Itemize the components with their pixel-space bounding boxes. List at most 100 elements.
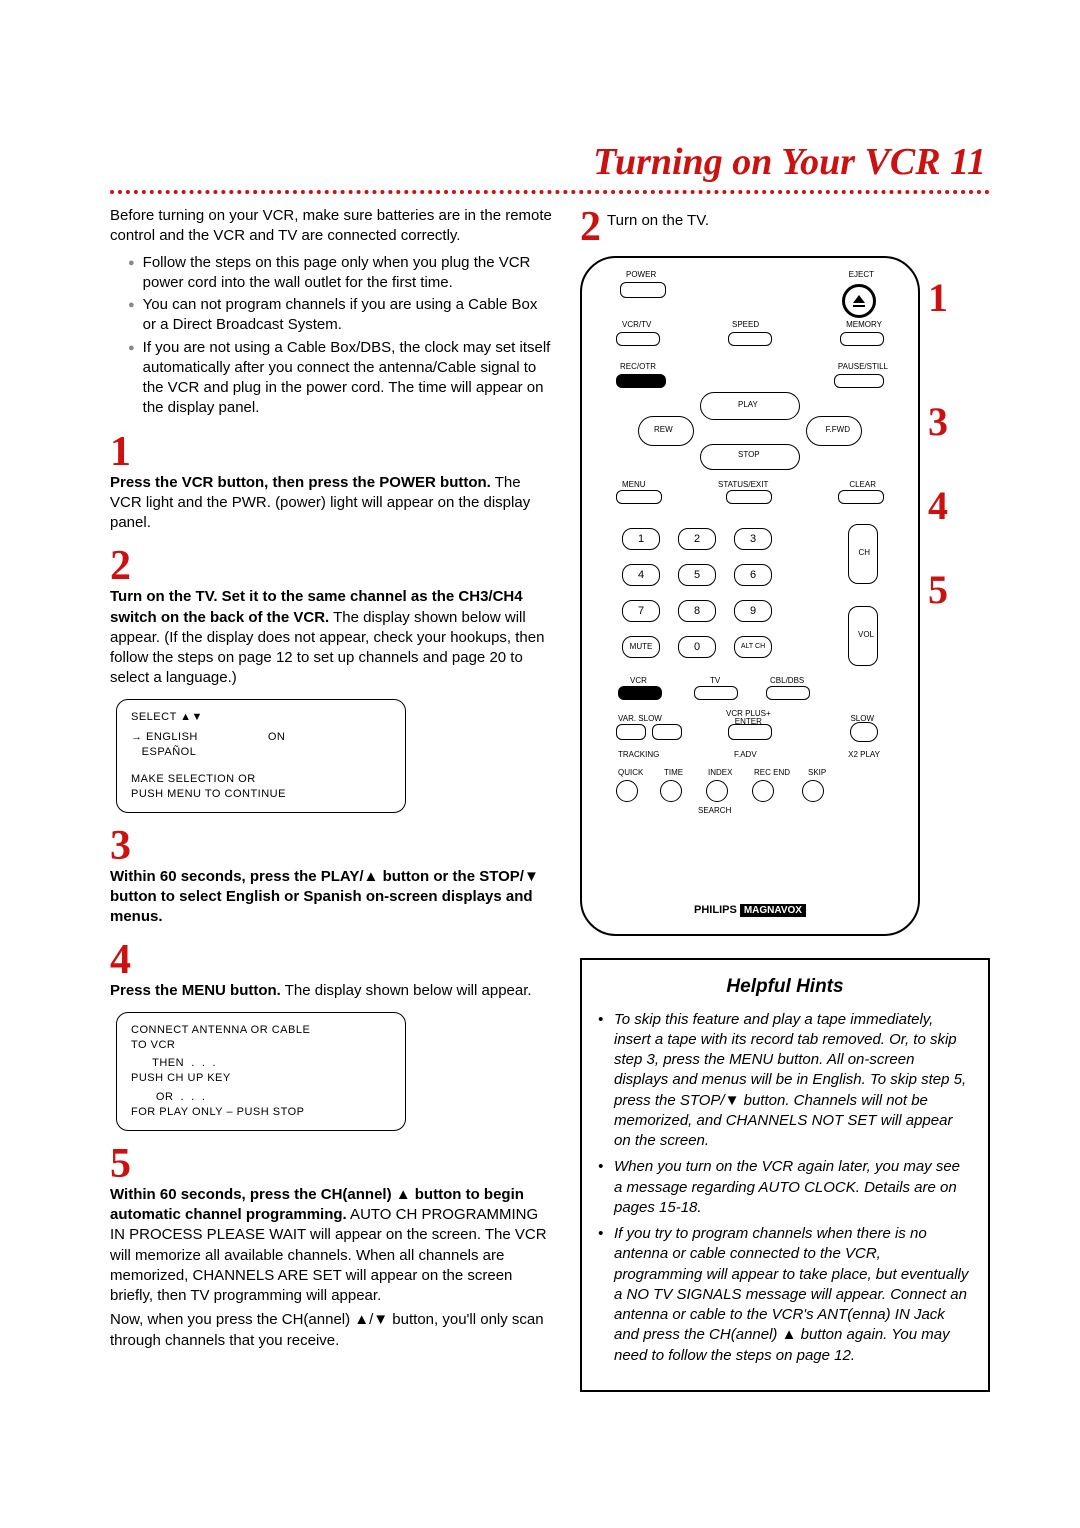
divider-dots [110, 190, 990, 194]
lbl-eject: EJECT [849, 270, 874, 279]
side-num-1: 1 [928, 278, 948, 318]
page-title: Turning on Your VCR 11 [110, 140, 990, 184]
brand-badge: PHILIPSMAGNAVOX [694, 904, 806, 916]
lbl-play: PLAY [738, 400, 758, 409]
vcrplus-button[interactable] [728, 724, 772, 740]
altch-button[interactable]: ALT CH [734, 636, 772, 658]
mute-button[interactable]: MUTE [622, 636, 660, 658]
key-0[interactable]: 0 [678, 636, 716, 658]
step-4-bold: Press the MENU button. [110, 982, 281, 999]
step-4-rest: The display shown below will appear. [281, 982, 532, 999]
side-num-5: 5 [928, 570, 948, 610]
recotr-button[interactable] [616, 374, 666, 388]
lbl-menu: MENU [622, 480, 646, 489]
hint-1: To skip this feature and play a tape imm… [598, 1010, 972, 1152]
step-3-bold: Within 60 seconds, press the PLAY/▲ butt… [110, 868, 539, 926]
lbl-speed: SPEED [732, 320, 759, 329]
hint-3: If you try to program channels when ther… [598, 1224, 972, 1366]
step-3-number: 3 [110, 825, 552, 867]
bullet-2: You can not program channels if you are … [128, 295, 552, 336]
lbl-ch: CH [858, 548, 870, 557]
bullet-3-text: If you are not using a Cable Box/DBS, th… [143, 338, 552, 419]
lbl-clear: CLEAR [849, 480, 876, 489]
lbl-rew: REW [654, 425, 673, 434]
vcrtv-button[interactable] [616, 332, 660, 346]
lbl-tv: TV [710, 676, 720, 685]
key-7[interactable]: 7 [622, 600, 660, 622]
bullet-2-text: You can not program channels if you are … [143, 295, 552, 336]
hints-list: To skip this feature and play a tape imm… [598, 1010, 972, 1366]
onscreen-display-2: CONNECT ANTENNA OR CABLE TO VCR THEN . .… [116, 1012, 406, 1131]
osd1-on: ON [268, 730, 286, 745]
helpful-hints-box: Helpful Hints To skip this feature and p… [580, 958, 990, 1392]
recend-button[interactable] [752, 780, 774, 802]
lbl-search: SEARCH [698, 806, 731, 815]
varslow-up[interactable] [652, 724, 682, 740]
clear-button[interactable] [838, 490, 884, 504]
key-1[interactable]: 1 [622, 528, 660, 550]
side-num-3: 3 [928, 402, 948, 442]
eject-button[interactable] [842, 284, 876, 318]
varslow-down[interactable] [616, 724, 646, 740]
step-5-text: Within 60 seconds, press the CH(annel) ▲… [110, 1185, 552, 1307]
turn-on-tv-text: Turn on the TV. [607, 206, 709, 229]
index-button[interactable] [706, 780, 728, 802]
step-4-number: 4 [110, 939, 552, 981]
key-8[interactable]: 8 [678, 600, 716, 622]
remote-wrap: POWER EJECT VCR/TV SPEED MEMORY REC/OTR … [580, 248, 990, 958]
time-button[interactable] [660, 780, 682, 802]
skip-button[interactable] [802, 780, 824, 802]
lbl-stop: STOP [738, 450, 760, 459]
osd1-english: → ENGLISH [131, 730, 198, 745]
left-column: Before turning on your VCR, make sure ba… [110, 206, 552, 1392]
lbl-tracking: TRACKING [618, 750, 659, 759]
key-6[interactable]: 6 [734, 564, 772, 586]
osd2-line5: OR . . . [131, 1090, 391, 1105]
step-4-text: Press the MENU button. The display shown… [110, 981, 552, 1001]
right-step-2-number: 2 [580, 206, 601, 248]
key-4[interactable]: 4 [622, 564, 660, 586]
lbl-x2: X2 PLAY [848, 750, 880, 759]
step-1-text: Press the VCR button, then press the POW… [110, 473, 552, 534]
remote-diagram: POWER EJECT VCR/TV SPEED MEMORY REC/OTR … [580, 256, 920, 936]
vcr-button[interactable] [618, 686, 662, 700]
speed-button[interactable] [728, 332, 772, 346]
osd1-line5: PUSH MENU TO CONTINUE [131, 787, 391, 802]
menu-button[interactable] [616, 490, 662, 504]
osd2-line6: FOR PLAY ONLY – PUSH STOP [131, 1105, 391, 1120]
step-5-number: 5 [110, 1143, 552, 1185]
key-9[interactable]: 9 [734, 600, 772, 622]
lbl-recend: REC END [754, 768, 790, 777]
pause-button[interactable] [834, 374, 884, 388]
key-2[interactable]: 2 [678, 528, 716, 550]
lbl-vcrtv: VCR/TV [622, 320, 651, 329]
key-3[interactable]: 3 [734, 528, 772, 550]
bullet-1-text: Follow the steps on this page only when … [143, 253, 552, 294]
status-button[interactable] [726, 490, 772, 504]
brand-philips: PHILIPS [694, 904, 737, 916]
lbl-ffwd: F.FWD [826, 425, 850, 434]
lbl-memory: MEMORY [846, 320, 882, 329]
lbl-pause: PAUSE/STILL [838, 362, 888, 371]
lbl-recotr: REC/OTR [620, 362, 656, 371]
cbl-button[interactable] [766, 686, 810, 700]
osd2-line4: PUSH CH UP KEY [131, 1071, 391, 1086]
memory-button[interactable] [840, 332, 884, 346]
step-5-text2: Now, when you press the CH(annel) ▲/▼ bu… [110, 1310, 552, 1351]
step-1-bold: Press the VCR button, then press the POW… [110, 474, 491, 491]
hints-title: Helpful Hints [598, 974, 972, 1000]
tv-button[interactable] [694, 686, 738, 700]
slow-button[interactable] [850, 722, 878, 742]
quick-button[interactable] [616, 780, 638, 802]
step-2-number: 2 [110, 545, 552, 587]
bullet-1: Follow the steps on this page only when … [128, 253, 552, 294]
osd2-line1: CONNECT ANTENNA OR CABLE [131, 1023, 391, 1038]
key-5[interactable]: 5 [678, 564, 716, 586]
power-button[interactable] [620, 282, 666, 298]
lbl-vcr: VCR [630, 676, 647, 685]
osd1-line1: SELECT ▲▼ [131, 710, 391, 725]
osd2-line3: THEN . . . [131, 1056, 391, 1071]
turn-on-tv-row: 2 Turn on the TV. [580, 206, 990, 248]
lbl-power: POWER [626, 270, 656, 279]
lbl-quick: QUICK [618, 768, 643, 777]
